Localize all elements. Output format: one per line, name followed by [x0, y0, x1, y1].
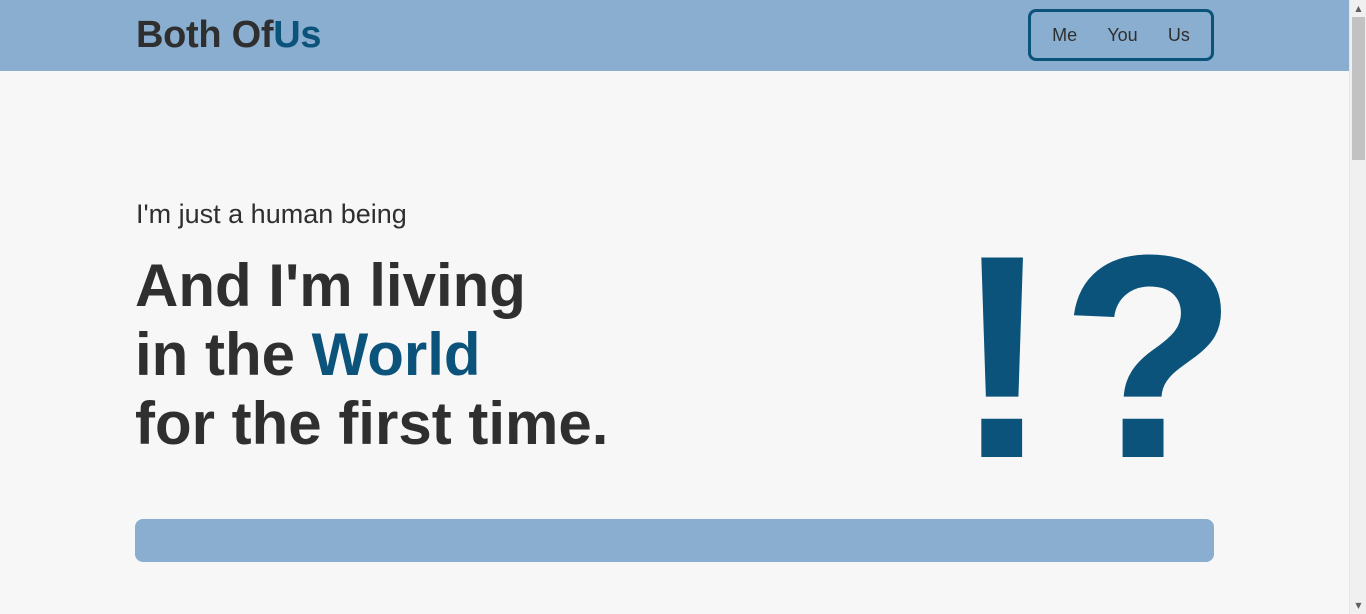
- vertical-scrollbar[interactable]: ▲ ▼: [1349, 0, 1366, 614]
- scroll-up-arrow-icon[interactable]: ▲: [1350, 0, 1366, 17]
- headline-accent-word: World: [311, 321, 481, 388]
- top-navbar: Both OfUs Me You Us: [0, 0, 1349, 71]
- scroll-down-arrow-icon[interactable]: ▼: [1350, 597, 1366, 614]
- headline-line-1: And I'm living: [135, 252, 526, 319]
- brand-accent-text: Us: [273, 14, 322, 56]
- brand-main-text: Both Of: [136, 14, 274, 56]
- hero-headline: And I'm living in the World for the firs…: [135, 251, 608, 458]
- nav-link-us[interactable]: Us: [1162, 22, 1196, 48]
- bottom-banner-bar: [135, 519, 1214, 562]
- page: Both OfUs Me You Us I'm just a human bei…: [0, 0, 1349, 614]
- brand-logo[interactable]: Both OfUs: [136, 13, 321, 57]
- nav-link-you[interactable]: You: [1101, 22, 1143, 48]
- main-nav: Me You Us: [1028, 9, 1214, 61]
- scrollbar-thumb[interactable]: [1352, 17, 1365, 160]
- interrobang-symbol: !?: [954, 195, 1248, 519]
- headline-line-3: for the first time.: [135, 390, 609, 457]
- hero-kicker: I'm just a human being: [136, 199, 407, 229]
- headline-line-2: in the World: [135, 320, 608, 389]
- headline-line-2-prefix: in the: [135, 321, 312, 388]
- nav-link-me[interactable]: Me: [1046, 22, 1083, 48]
